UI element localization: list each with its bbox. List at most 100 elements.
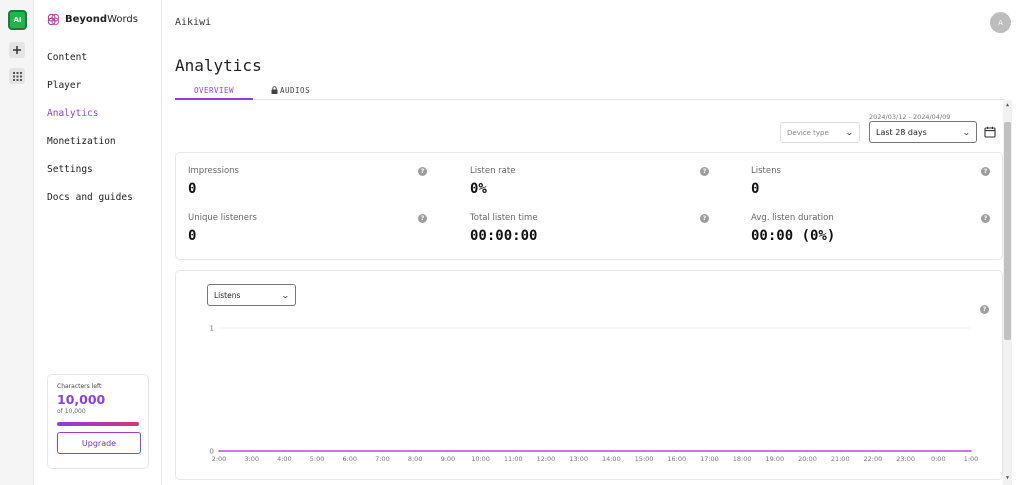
data-point: [904, 450, 907, 452]
data-point: [283, 450, 286, 452]
help-icon[interactable]: ?: [700, 167, 709, 176]
stat-unique-listeners: Unique listeners 0: [188, 213, 448, 244]
characters-left-value: 10,000: [57, 392, 106, 407]
x-tick-label: 15:00: [635, 455, 654, 463]
characters-left-card: Characters left 10,000 of 10,000 Upgrade: [47, 374, 149, 469]
data-point: [414, 450, 416, 452]
avatar[interactable]: A: [990, 12, 1011, 33]
workspace-badge[interactable]: AI: [8, 10, 27, 30]
sidebar-item-analytics[interactable]: Analytics: [47, 107, 133, 135]
x-tick-label: 5:00: [310, 455, 325, 463]
data-point: [250, 450, 253, 452]
stat-value: 0%: [470, 181, 487, 197]
stat-value: 00:00:00: [470, 228, 538, 244]
data-point: [348, 450, 351, 452]
sidebar: BeyondWords Content Player Analytics Mon…: [34, 0, 162, 485]
data-point: [218, 450, 220, 452]
apps-button[interactable]: [9, 68, 25, 84]
tab-bar: OVERVIEW AUDIOS: [175, 86, 1005, 100]
stat-label: Total listen time: [470, 213, 538, 223]
y-tick-label: 1: [210, 325, 214, 333]
data-point: [839, 450, 842, 452]
stat-avg-listen-duration: Avg. listen duration 00:00 (0%): [751, 213, 1011, 244]
help-icon[interactable]: ?: [418, 167, 427, 176]
help-icon[interactable]: ?: [981, 214, 990, 223]
scroll-thumb[interactable]: [1004, 122, 1011, 340]
upgrade-button[interactable]: Upgrade: [57, 432, 141, 454]
x-tick-label: 17:00: [700, 455, 719, 463]
page-title: Analytics: [175, 56, 262, 75]
help-icon[interactable]: ?: [980, 305, 989, 314]
x-tick-label: 13:00: [569, 455, 588, 463]
sidebar-nav: Content Player Analytics Monetization Se…: [47, 51, 133, 219]
x-tick-label: 3:00: [244, 455, 259, 463]
data-point: [872, 450, 874, 452]
stat-value: 0: [188, 228, 197, 244]
x-tick-label: 6:00: [342, 455, 357, 463]
brand-name-bold: Beyond: [65, 14, 108, 25]
stat-listen-rate: Listen rate 0%: [470, 166, 730, 197]
data-point: [675, 450, 678, 452]
data-point: [610, 450, 613, 452]
help-icon[interactable]: ?: [700, 214, 709, 223]
stat-label: Impressions: [188, 166, 239, 176]
x-tick-label: 21:00: [831, 455, 850, 463]
tab-audios-label: AUDIOS: [280, 86, 311, 95]
data-point: [512, 450, 515, 452]
data-point: [806, 450, 809, 452]
data-point: [381, 450, 384, 452]
brand-logo-icon: [47, 13, 60, 26]
x-tick-label: 23:00: [896, 455, 915, 463]
x-tick-label: 18:00: [733, 455, 752, 463]
tab-overview[interactable]: OVERVIEW: [175, 86, 253, 100]
tab-audios[interactable]: AUDIOS: [271, 86, 310, 100]
brand-logo[interactable]: BeyondWords: [47, 13, 138, 26]
x-tick-label: 19:00: [765, 455, 784, 463]
org-name: Aikiwi: [175, 17, 212, 28]
device-type-select[interactable]: Device type ⌄: [780, 122, 860, 143]
data-point: [937, 450, 940, 452]
stat-value: 00:00 (0%): [751, 228, 836, 244]
stat-value: 0: [188, 181, 197, 197]
data-point: [970, 450, 972, 452]
stat-total-listen-time: Total listen time 00:00:00: [470, 213, 730, 244]
chevron-down-icon: ⌄: [962, 127, 972, 137]
lock-icon: [271, 86, 278, 94]
stat-value: 0: [751, 181, 760, 197]
data-point: [708, 450, 711, 452]
x-tick-label: 16:00: [667, 455, 686, 463]
period-select[interactable]: Last 28 days ⌄: [869, 121, 977, 143]
x-tick-label: 1:00: [964, 455, 979, 463]
date-range-label: 2024/03/12 - 2024/04/09: [869, 113, 951, 121]
brand-name-rest: Words: [107, 14, 138, 25]
sidebar-item-player[interactable]: Player: [47, 79, 133, 107]
stat-label: Avg. listen duration: [751, 213, 834, 223]
help-icon[interactable]: ?: [981, 167, 990, 176]
plus-icon: [13, 46, 21, 54]
x-tick-label: 12:00: [537, 455, 556, 463]
data-point: [316, 450, 318, 452]
scroll-down-icon[interactable]: ▼: [1004, 475, 1011, 483]
sidebar-item-settings[interactable]: Settings: [47, 163, 133, 191]
add-workspace-button[interactable]: [9, 42, 25, 58]
calendar-icon[interactable]: [984, 126, 996, 138]
scroll-up-icon[interactable]: ▲: [1004, 102, 1011, 110]
page-scrollbar[interactable]: ▲ ▼: [1003, 100, 1012, 485]
sidebar-item-docs[interactable]: Docs and guides: [47, 191, 133, 219]
stats-card: Impressions 0 ? Listen rate 0% ? Listens…: [175, 152, 1003, 260]
x-tick-label: 11:00: [504, 455, 523, 463]
x-tick-label: 8:00: [408, 455, 423, 463]
workspace-rail: AI: [0, 0, 34, 485]
metric-select[interactable]: Listens ⌄: [207, 284, 296, 306]
chevron-down-icon: ⌄: [845, 128, 855, 137]
stat-label: Unique listeners: [188, 213, 257, 223]
stat-label: Listen rate: [470, 166, 516, 176]
help-icon[interactable]: ?: [418, 214, 427, 223]
sidebar-item-content[interactable]: Content: [47, 51, 133, 79]
main-content: Aikiwi A Analytics OVERVIEW AUDIOS 2024/…: [162, 0, 1024, 485]
metric-value: Listens: [214, 290, 241, 300]
x-tick-label: 22:00: [864, 455, 883, 463]
characters-progress-bar: [57, 422, 139, 426]
sidebar-item-monetization[interactable]: Monetization: [47, 135, 133, 163]
data-point: [741, 450, 743, 452]
